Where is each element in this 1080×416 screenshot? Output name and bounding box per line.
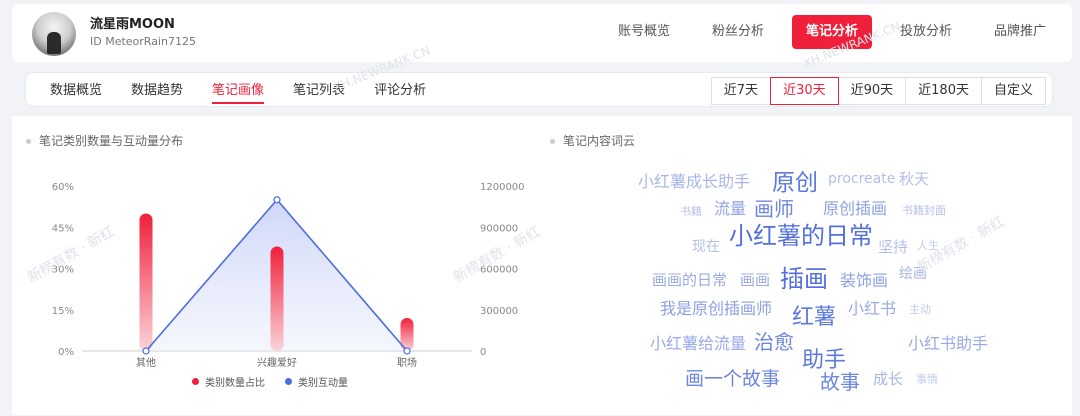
range-90-days[interactable]: 近90天: [837, 77, 907, 105]
range-custom[interactable]: 自定义: [980, 77, 1046, 105]
section-word-cloud: 笔记内容词云: [550, 132, 635, 149]
word-cloud-term[interactable]: 我是原创插画师: [660, 301, 772, 317]
legend-item-interaction[interactable]: 类别互动量: [285, 374, 348, 389]
word-cloud-term[interactable]: 装饰画: [840, 273, 888, 289]
subtab-notes-profile[interactable]: 笔记画像: [212, 73, 265, 108]
y-right-tick-label: 300000: [480, 306, 518, 317]
x-tick-label: 职场: [397, 356, 417, 369]
legend-label: 类别数量占比: [205, 378, 265, 389]
word-cloud-term[interactable]: 原创: [772, 172, 818, 195]
word-cloud-term[interactable]: 插画: [780, 267, 828, 291]
word-cloud-term[interactable]: 原创插画: [823, 201, 887, 217]
word-cloud-term[interactable]: 画画: [740, 273, 770, 288]
account-id-label: ID: [90, 35, 102, 48]
word-cloud-term[interactable]: 红薯: [792, 307, 836, 329]
word-cloud-term[interactable]: 画画的日常: [652, 273, 727, 288]
content-panel: 笔记类别数量与互动量分布 笔记内容词云 0% 15% 30% 45% 60% 0 30000…: [12, 116, 1072, 415]
word-cloud-term[interactable]: 助手: [802, 350, 846, 372]
word-cloud-term[interactable]: 书籍: [680, 206, 702, 217]
word-cloud-term[interactable]: 秋天: [899, 172, 929, 187]
word-cloud-term[interactable]: 主动: [909, 304, 931, 315]
word-cloud-term[interactable]: 小红薯给流量: [650, 336, 746, 352]
date-range-selector: 近7天 近30天 近90天 近180天 自定义: [710, 77, 1046, 105]
avatar[interactable]: [32, 12, 76, 56]
main-nav: 账号概览 粉丝分析 笔记分析 投放分析 品牌推广: [604, 15, 1060, 49]
tab-brand-promotion[interactable]: 品牌推广: [980, 15, 1060, 49]
tab-fans-analysis[interactable]: 粉丝分析: [698, 15, 778, 49]
legend-swatch: [285, 378, 292, 385]
word-cloud-term[interactable]: 小红薯成长助手: [638, 174, 750, 190]
word-cloud-term[interactable]: 流量: [714, 201, 746, 217]
sub-nav-bar: 数据概览 数据趋势 笔记画像 笔记列表 评论分析 近7天 近30天 近90天 近…: [25, 72, 1053, 107]
range-30-days[interactable]: 近30天: [770, 77, 839, 105]
chart-legend: 类别数量占比 类别互动量: [192, 374, 348, 389]
section-category-distribution: 笔记类别数量与互动量分布: [26, 132, 183, 149]
range-7-days[interactable]: 近7天: [710, 77, 772, 105]
section-title: 笔记类别数量与互动量分布: [39, 134, 184, 148]
y-left-tick-label: 0%: [58, 347, 74, 358]
range-180-days[interactable]: 近180天: [905, 77, 982, 105]
legend-label: 类别互动量: [298, 378, 348, 389]
word-cloud-term[interactable]: 治愈: [754, 332, 794, 352]
word-cloud-term[interactable]: 坚持: [878, 240, 908, 255]
word-cloud-term[interactable]: 现在: [692, 240, 720, 254]
y-left-tick-label: 45%: [52, 223, 74, 234]
subtab-data-trend[interactable]: 数据趋势: [131, 73, 183, 108]
bullet-dot: [26, 139, 31, 144]
interaction-point: [142, 347, 150, 355]
interaction-point: [403, 347, 411, 355]
subtab-data-overview[interactable]: 数据概览: [50, 73, 102, 108]
word-cloud: 小红薯成长助手 原创 procreate 秋天书籍 流量 画师 原创插画 书籍封面小红薯的日常…: [612, 164, 988, 414]
category-count-bar: [139, 213, 153, 351]
account-name: 流星雨MOON: [90, 17, 175, 32]
subtab-comment-analysis[interactable]: 评论分析: [374, 73, 426, 108]
account-header: 流星雨MOON ID MeteorRain7125 账号概览 粉丝分析 笔记分析…: [12, 4, 1072, 62]
legend-item-count[interactable]: 类别数量占比: [192, 374, 265, 389]
word-cloud-term[interactable]: 事情: [916, 374, 938, 385]
word-cloud-term[interactable]: 画一个故事: [685, 370, 780, 389]
bullet-dot: [550, 139, 555, 144]
section-title: 笔记内容词云: [563, 134, 636, 148]
legend-swatch: [192, 378, 199, 385]
account-id: ID MeteorRain7125: [90, 35, 196, 48]
interaction-point: [273, 196, 281, 204]
tab-account-overview[interactable]: 账号概览: [604, 15, 684, 49]
word-cloud-term[interactable]: 成长: [873, 372, 903, 387]
word-cloud-term[interactable]: 小红书助手: [908, 336, 988, 352]
y-left-tick-label: 60%: [52, 182, 74, 193]
x-tick-label: 其他: [136, 356, 156, 369]
word-cloud-term[interactable]: 故事: [820, 372, 860, 392]
word-cloud-term[interactable]: 小红书: [848, 301, 896, 317]
word-cloud-term[interactable]: 小红薯的日常: [729, 224, 873, 248]
word-cloud-term[interactable]: procreate: [828, 172, 895, 186]
word-cloud-term[interactable]: 书籍封面: [902, 205, 946, 216]
x-tick-label: 兴趣爱好: [257, 356, 297, 369]
word-cloud-term[interactable]: 画师: [754, 199, 794, 219]
y-right-tick-label: 0: [480, 347, 486, 358]
category-count-bar: [270, 246, 284, 351]
account-id-value: MeteorRain7125: [105, 35, 196, 48]
y-right-tick-label: 1200000: [480, 182, 525, 193]
y-left-tick-label: 15%: [52, 306, 74, 317]
